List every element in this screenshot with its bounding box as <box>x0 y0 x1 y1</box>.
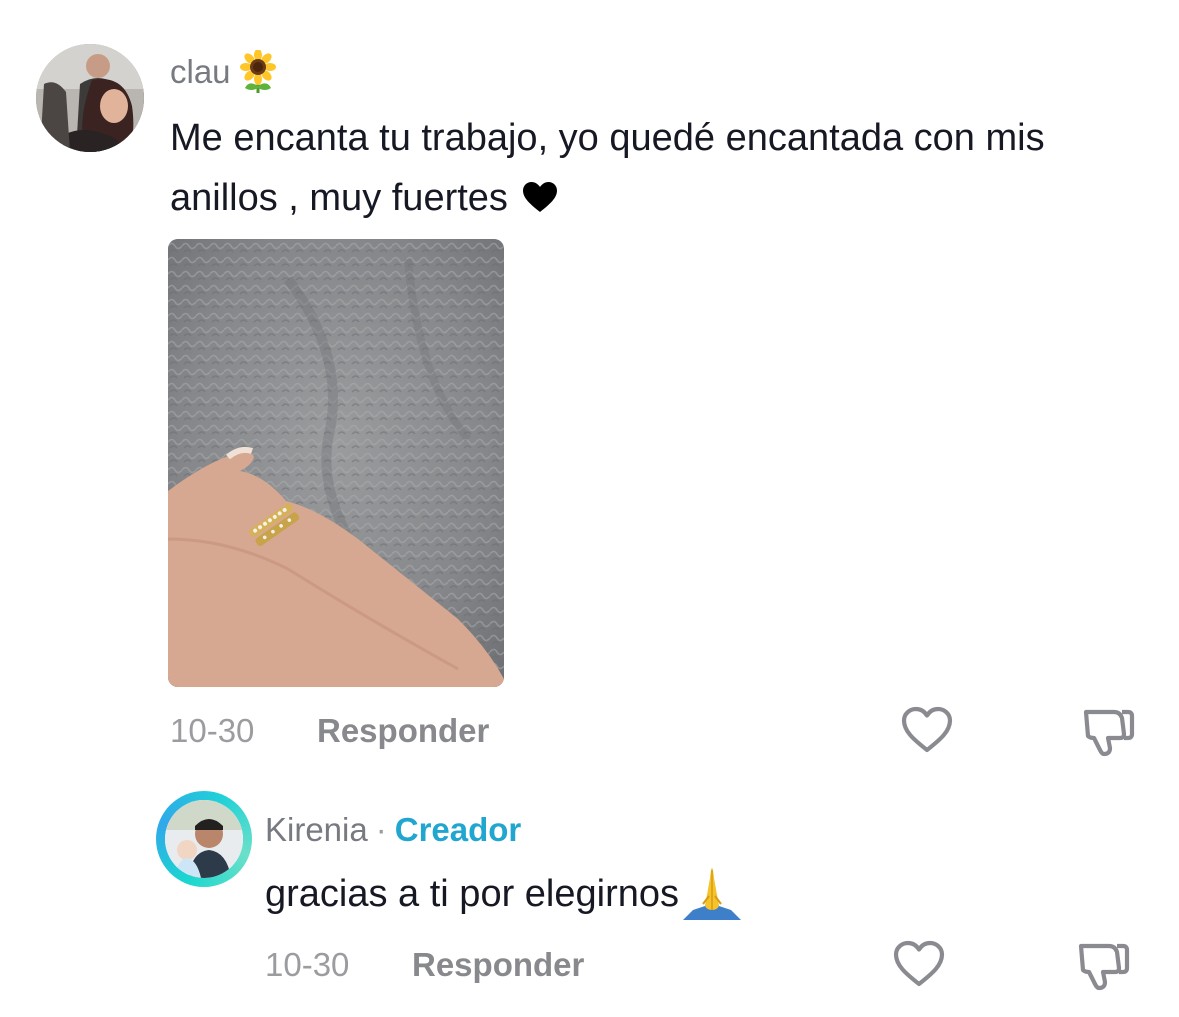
comment-body: Me encanta tu trabajo, yo quedé encantad… <box>170 117 1045 219</box>
reply-date: 10-30 <box>265 946 350 983</box>
reply-text: gracias a ti por elegirnos <box>265 864 743 924</box>
creator-avatar[interactable] <box>165 800 243 878</box>
sunflower-emoji-icon <box>237 49 279 94</box>
creator-username[interactable]: Kirenia <box>265 808 368 852</box>
folded-hands-emoji-icon <box>681 866 743 922</box>
creator-badge: Creador <box>394 811 522 848</box>
commenter-username[interactable]: clau <box>170 49 279 94</box>
comment-photo[interactable] <box>168 239 504 687</box>
thumbs-down-icon[interactable] <box>1078 704 1136 758</box>
reply-button[interactable]: Responder <box>317 712 489 750</box>
reply-reply-button[interactable]: Responder <box>412 946 584 984</box>
black-heart-emoji-icon <box>522 171 558 212</box>
comment-text: Me encanta tu trabajo, yo quedé encantad… <box>170 108 1130 228</box>
comment-date: 10-30 <box>170 712 255 749</box>
heart-outline-icon[interactable] <box>901 706 953 754</box>
thumbs-down-icon[interactable] <box>1073 938 1131 992</box>
reply-body: gracias a ti por elegirnos <box>265 873 679 915</box>
commenter-username-text[interactable]: clau <box>170 52 231 92</box>
separator-dot: · <box>375 811 387 848</box>
reply-header: Kirenia · Creador <box>265 808 521 852</box>
heart-outline-icon[interactable] <box>893 940 945 988</box>
commenter-avatar[interactable] <box>36 44 144 152</box>
